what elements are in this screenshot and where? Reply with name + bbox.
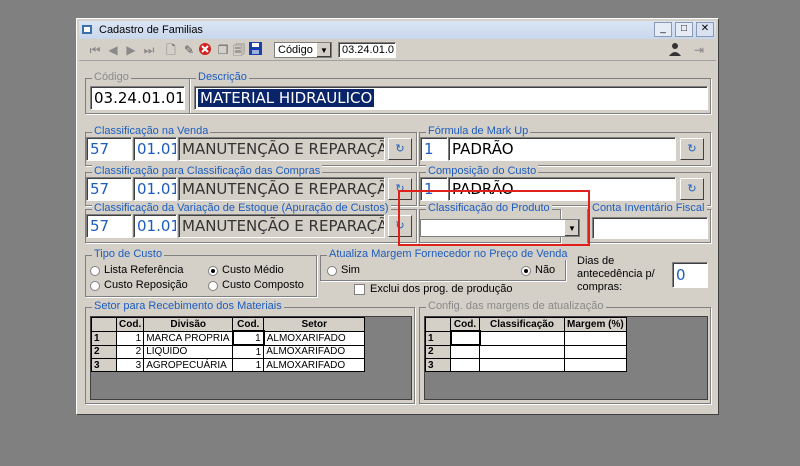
table-row[interactable]: 2 [425,344,627,359]
conta-inventario-field[interactable] [592,217,708,239]
toolbar: ⏮ ◀ ▶ ⏭ 🗋 ✎ ❐ 🗐 Código ▼ 03.24.01.01 ⇥ [79,40,716,61]
codigo-field[interactable]: 03.24.01.01 [90,86,185,110]
class-compras-group: Classificação para Classificação das Com… [85,165,417,206]
markup-lookup-button[interactable]: ↻ [680,138,704,160]
class-venda-lookup-button[interactable]: ↻ [388,138,412,160]
custo-composto-label: Custo Composto [222,279,304,291]
col-margem: Margem (%) [564,317,627,332]
custo-medio-label: Custo Médio [222,264,284,276]
markup-desc: PADRÃO [448,137,676,161]
margens-table: Cod. Classificação Margem (%) 1 2 3 [425,317,627,372]
exit-icon[interactable]: ⇥ [691,42,707,58]
last-record-icon[interactable]: ⏭ [141,42,157,58]
highlight-box [398,190,590,246]
search-field-value: Código [278,44,313,56]
class-venda-code[interactable]: 57 [86,137,132,161]
col-cod: Cod. [450,317,480,332]
minimize-button[interactable]: _ [654,22,672,37]
save-icon[interactable] [247,42,263,58]
chevron-down-icon[interactable]: ▼ [316,43,331,57]
copy-record-icon[interactable]: ❐ [215,42,231,58]
setor-grid[interactable]: Cod. Divisão Cod. Setor 1 1 MARCA PROPRI… [90,316,412,400]
setor-group: Setor para Recebimento dos Materiais Cod… [85,300,415,404]
app-icon [82,25,92,34]
col-classificacao: Classificação [479,317,565,332]
dias-label-1: Dias de [577,255,615,267]
maximize-button[interactable]: □ [675,22,693,37]
table-row[interactable]: 2 2 LIQUIDO 1 ALMOXARIFADO [91,344,366,359]
class-estoque-group: Classificação da Variação de Estoque (Ap… [85,202,417,243]
dias-antecedencia-field[interactable]: 0 [672,262,708,288]
dias-label-2: antecedência p/ [577,268,655,280]
nao-label: Não [535,264,556,276]
col-divisao: Divisão [143,317,234,332]
atualiza-margem-group: Atualiza Margem Fornecedor no Preço de V… [320,248,570,281]
radio-lista-referencia[interactable] [90,266,100,276]
user-icon[interactable] [667,42,683,58]
composicao-lookup-button[interactable]: ↻ [680,178,704,200]
col-setor: Setor [263,317,366,332]
next-record-icon[interactable]: ▶ [123,42,139,58]
sim-label: Sim [341,264,360,276]
radio-nao[interactable] [521,266,531,276]
markup-group: Fórmula de Mark Up 1 PADRÃO ↻ [419,125,711,166]
col-cod2: Cod. [232,317,265,332]
table-row[interactable]: 3 [425,358,627,372]
tipo-custo-group: Tipo de Custo Lista Referência Custo Méd… [85,248,317,297]
table-row[interactable]: 1 1 MARCA PROPRIA 1 ALMOXARIFADO [91,330,366,346]
markup-code[interactable]: 1 [420,137,448,161]
class-estoque-desc: MANUTENÇÃO E REPARAÇÃ [178,214,385,238]
class-venda-desc: MANUTENÇÃO E REPARAÇÃ [178,137,385,161]
class-venda-group: Classificação na Venda 57 01.01 MANUTENÇ… [85,125,417,166]
codigo-group: Código 03.24.01.01 [85,71,190,114]
class-estoque-sub[interactable]: 01.01 [133,214,177,238]
search-input[interactable]: 03.24.01.01 [338,42,396,58]
table-row[interactable]: 3 3 AGROPECUÁRIA 1 ALMOXARIFADO [91,358,366,372]
conta-inventario-group: Conta Inventário Fiscal [587,202,711,243]
dias-label-3: compras: [577,281,623,293]
class-compras-sub[interactable]: 01.01 [133,177,177,201]
margens-group: Config. das margens de atualização Cod. … [419,300,711,404]
radio-sim[interactable] [327,266,337,276]
radio-custo-reposicao[interactable] [90,281,100,291]
delete-record-icon[interactable] [197,42,213,58]
exclui-prog-checkbox[interactable] [354,284,365,295]
descricao-field[interactable]: MATERIAL HIDRAULICO [194,86,708,110]
class-venda-sub[interactable]: 01.01 [133,137,177,161]
lista-referencia-label: Lista Referência [104,264,184,276]
custo-reposicao-label: Custo Reposição [104,279,188,291]
window-title: Cadastro de Familias [99,24,203,36]
descricao-group: Descrição MATERIAL HIDRAULICO [189,71,711,114]
search-field-select[interactable]: Código ▼ [274,42,332,58]
class-compras-desc: MANUTENÇÃO E REPARAÇÃ [178,177,385,201]
radio-custo-composto[interactable] [208,281,218,291]
table-row[interactable]: 1 [425,330,627,346]
close-button[interactable]: ✕ [696,22,714,37]
prev-record-icon[interactable]: ◀ [105,42,121,58]
class-compras-code[interactable]: 57 [86,177,132,201]
margens-grid[interactable]: Cod. Classificação Margem (%) 1 2 3 [424,316,708,400]
title-bar[interactable]: Cadastro de Familias _ □ ✕ [79,21,716,39]
col-cod: Cod. [115,317,145,332]
edit-record-icon[interactable]: ✎ [181,42,197,58]
new-record-icon[interactable]: 🗋 [163,42,179,58]
exclui-prog-label: Exclui dos prog. de produção [370,283,513,295]
print-icon[interactable]: 🗐 [231,42,247,58]
setor-table: Cod. Divisão Cod. Setor 1 1 MARCA PROPRI… [91,317,366,372]
class-estoque-code[interactable]: 57 [86,214,132,238]
first-record-icon[interactable]: ⏮ [87,42,103,58]
radio-custo-medio[interactable] [208,266,218,276]
